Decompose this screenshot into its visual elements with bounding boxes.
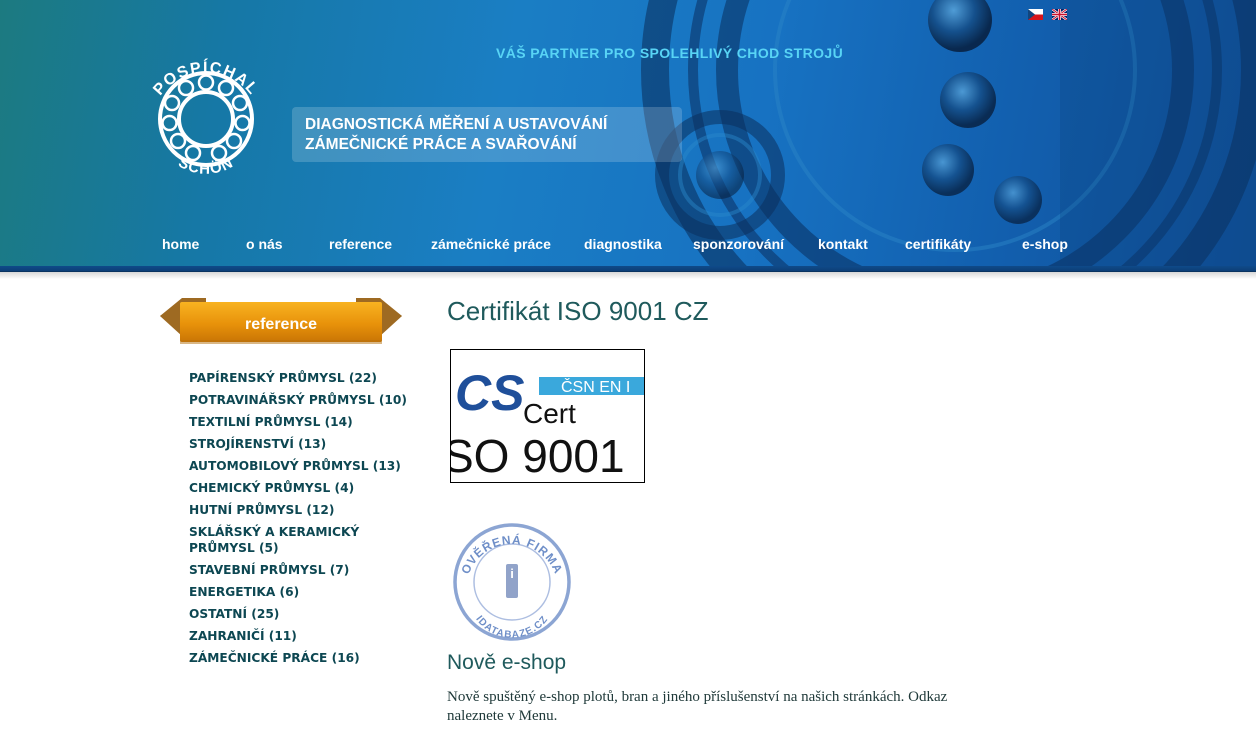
nav-about[interactable]: o nás	[246, 236, 283, 252]
nav-reference[interactable]: reference	[329, 236, 392, 252]
svg-text:Cert: Cert	[523, 398, 576, 429]
reference-category-list: PAPÍRENSKÝ PRŮMYSL (22) POTRAVINÁŘSKÝ PR…	[189, 370, 409, 672]
header-shadow	[0, 271, 1256, 279]
certificate-graphic: ČSN EN I CS Cert SO 9001	[451, 365, 644, 482]
news-heading: Nově e-shop	[447, 651, 567, 674]
svg-text:IDATABAZE.CZ: IDATABAZE.CZ	[473, 614, 550, 641]
main-nav: home o nás reference zámečnické práce di…	[0, 236, 1256, 258]
news-text: Nově spuštěný e-shop plotů, bran a jinéh…	[447, 689, 948, 724]
category-item[interactable]: OSTATNÍ (25)	[189, 606, 409, 622]
company-logo[interactable]: POSPÍCHAL SCHÖN	[137, 40, 275, 192]
nav-locksmith-work[interactable]: zámečnické práce	[431, 236, 551, 252]
category-item[interactable]: AUTOMOBILOVÝ PRŮMYSL (13)	[189, 458, 409, 474]
category-item[interactable]: ENERGETIKA (6)	[189, 584, 409, 600]
svg-text:SCHÖN: SCHÖN	[176, 154, 237, 178]
service-line: DIAGNOSTICKÁ MĚŘENÍ A USTAVOVÁNÍ	[305, 116, 608, 133]
svg-text:CS: CS	[455, 365, 524, 421]
category-item[interactable]: PAPÍRENSKÝ PRŮMYSL (22)	[189, 370, 409, 386]
category-item[interactable]: HUTNÍ PRŮMYSL (12)	[189, 502, 409, 518]
category-item[interactable]: TEXTILNÍ PRŮMYSL (14)	[189, 414, 409, 430]
site-header: VÁŠ PARTNER PRO SPOLEHLIVÝ CHOD STROJŮ D…	[0, 0, 1256, 272]
svg-text:ČSN EN I: ČSN EN I	[561, 377, 630, 396]
nav-certificates[interactable]: certifikáty	[905, 236, 971, 252]
category-item[interactable]: STROJÍRENSTVÍ (13)	[189, 436, 409, 452]
cz-flag-icon[interactable]	[1028, 9, 1043, 20]
verified-company-stamp[interactable]: OVĚŘENÁ FIRMA IDATABAZE.CZ i	[452, 520, 572, 642]
category-item[interactable]: SKLÁŘSKÝ A KERAMICKÝ PRŮMYSL (5)	[189, 524, 374, 556]
tagline: VÁŠ PARTNER PRO SPOLEHLIVÝ CHOD STROJŮ	[496, 45, 844, 61]
sidebar-title: reference	[244, 316, 318, 333]
language-switcher	[1028, 9, 1067, 20]
uk-flag-icon[interactable]	[1052, 9, 1067, 20]
nav-contact[interactable]: kontakt	[818, 236, 868, 252]
service-line: ZÁMEČNICKÉ PRÁCE A SVAŘOVÁNÍ	[305, 136, 577, 153]
category-item[interactable]: POTRAVINÁŘSKÝ PRŮMYSL (10)	[189, 392, 409, 408]
iso-certificate-image[interactable]: ČSN EN I CS Cert SO 9001	[450, 349, 645, 483]
svg-text:i: i	[510, 566, 514, 581]
category-item[interactable]: ZÁMEČNICKÉ PRÁCE (16)	[189, 650, 409, 666]
category-item[interactable]: ZAHRANIČÍ (11)	[189, 628, 409, 644]
svg-text:SO 9001: SO 9001	[451, 430, 625, 482]
category-item[interactable]: CHEMICKÝ PRŮMYSL (4)	[189, 480, 409, 496]
services-box: DIAGNOSTICKÁ MĚŘENÍ A USTAVOVÁNÍ ZÁMEČNI…	[292, 107, 682, 162]
nav-sponsorship[interactable]: sponzorování	[693, 236, 784, 252]
nav-eshop[interactable]: e-shop	[1022, 236, 1068, 252]
category-item[interactable]: STAVEBNÍ PRŮMYSL (7)	[189, 562, 409, 578]
nav-home[interactable]: home	[162, 236, 199, 252]
page-title: Certifikát ISO 9001 CZ	[447, 296, 709, 326]
nav-diagnostics[interactable]: diagnostika	[584, 236, 662, 252]
